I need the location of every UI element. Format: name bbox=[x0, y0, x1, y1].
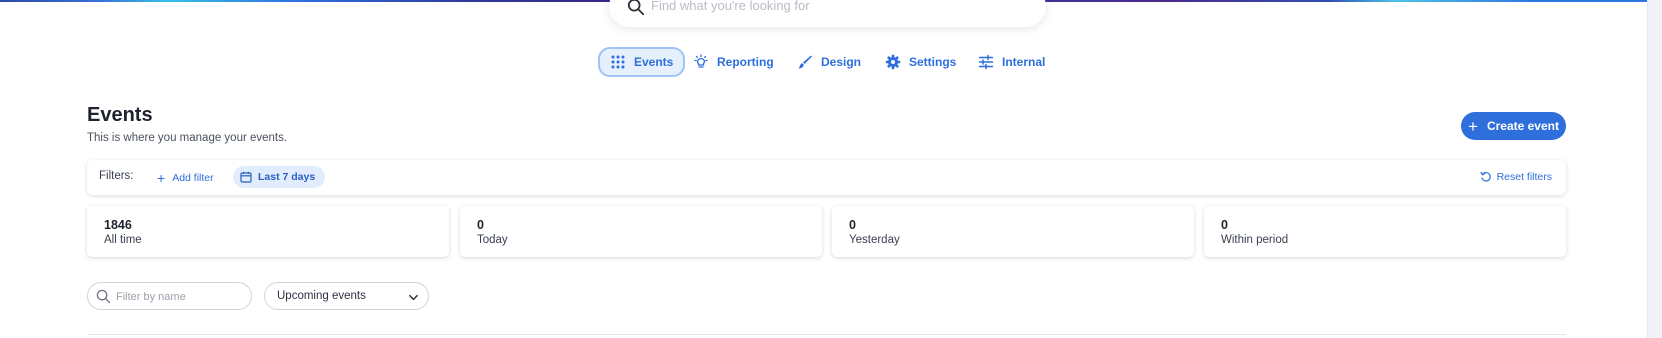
search-icon bbox=[96, 289, 111, 304]
stat-caption: Today bbox=[477, 234, 508, 246]
stat-value: 0 bbox=[849, 218, 856, 232]
stat-value: 1846 bbox=[104, 218, 132, 232]
date-range-label: Last 7 days bbox=[258, 171, 316, 183]
add-filter-button[interactable]: + Add filter bbox=[157, 171, 214, 185]
tab-label: Settings bbox=[909, 55, 957, 69]
grid-icon bbox=[611, 55, 625, 69]
plus-icon: + bbox=[157, 170, 166, 186]
tab-label: Design bbox=[821, 55, 862, 69]
search-icon bbox=[627, 0, 645, 16]
tab-internal[interactable]: Internal bbox=[978, 48, 1045, 76]
tab-settings[interactable]: Settings bbox=[885, 48, 956, 76]
plus-icon: + bbox=[1468, 116, 1478, 136]
stat-card-all-time: 1846 All time bbox=[87, 206, 449, 257]
create-event-button[interactable]: + Create event bbox=[1461, 112, 1566, 140]
global-search[interactable]: Find what you're looking for bbox=[609, 0, 1046, 27]
stat-card-within-period: 0 Within period bbox=[1204, 206, 1566, 257]
tab-events[interactable]: Events bbox=[598, 47, 686, 77]
page-title: Events bbox=[87, 104, 153, 126]
stat-card-today: 0 Today bbox=[460, 206, 822, 257]
reset-filters-label: Reset filters bbox=[1496, 171, 1552, 183]
lightbulb-icon bbox=[694, 54, 708, 68]
tab-label: Events bbox=[634, 55, 674, 69]
stat-value: 0 bbox=[477, 218, 484, 232]
brush-icon bbox=[798, 55, 812, 69]
period-select[interactable]: Upcoming events bbox=[264, 282, 429, 310]
stat-caption: Within period bbox=[1221, 234, 1289, 246]
stat-caption: All time bbox=[104, 234, 142, 246]
tab-reporting[interactable]: Reporting bbox=[693, 48, 774, 76]
filters-bar: Filters: + Add filter Last 7 days Reset … bbox=[87, 160, 1566, 195]
divider bbox=[87, 334, 1566, 335]
period-select-value: Upcoming events bbox=[277, 290, 366, 302]
search-placeholder: Find what you're looking for bbox=[651, 0, 810, 13]
sliders-icon bbox=[978, 54, 994, 70]
main-nav: Events Reporting Design Settings Interna… bbox=[0, 46, 1662, 80]
gear-icon bbox=[885, 54, 901, 70]
tab-design[interactable]: Design bbox=[797, 48, 861, 76]
stat-card-yesterday: 0 Yesterday bbox=[832, 206, 1194, 257]
date-range-chip[interactable]: Last 7 days bbox=[233, 166, 326, 188]
calendar-icon bbox=[240, 171, 252, 183]
stat-value: 0 bbox=[1221, 218, 1228, 232]
name-filter-input[interactable] bbox=[114, 287, 248, 307]
stat-caption: Yesterday bbox=[849, 234, 900, 246]
name-filter-field[interactable] bbox=[87, 282, 252, 310]
tab-label: Reporting bbox=[717, 55, 774, 69]
create-event-label: Create event bbox=[1486, 119, 1559, 133]
add-filter-label: Add filter bbox=[172, 172, 214, 184]
page-subtitle: This is where you manage your events. bbox=[87, 132, 288, 144]
filters-label: Filters: bbox=[99, 170, 134, 182]
chevron-down-icon bbox=[409, 294, 418, 301]
tab-label: Internal bbox=[1002, 55, 1046, 69]
reset-filters-button[interactable]: Reset filters bbox=[1479, 171, 1552, 183]
reset-icon bbox=[1479, 171, 1491, 182]
